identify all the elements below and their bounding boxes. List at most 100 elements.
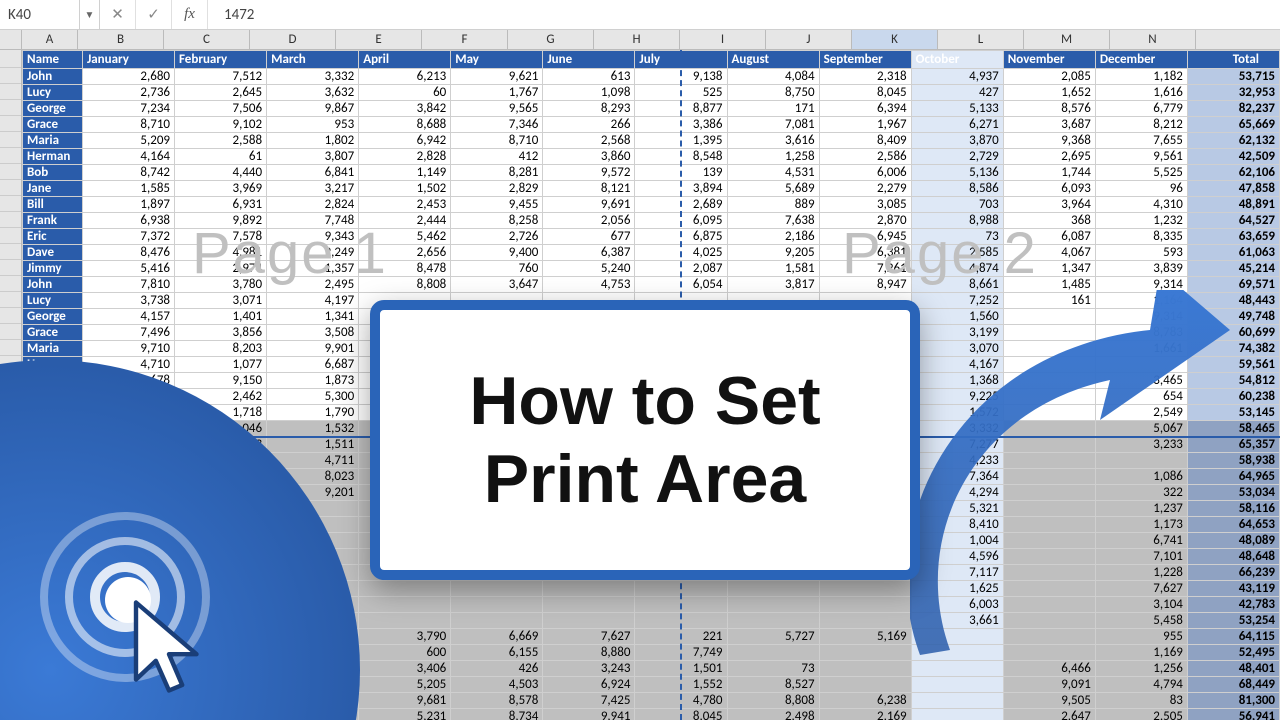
value-cell[interactable]: 8,576: [1003, 101, 1095, 117]
row-header[interactable]: [0, 292, 21, 308]
value-cell[interactable]: [1003, 421, 1095, 437]
value-cell[interactable]: 9,225: [911, 389, 1003, 405]
value-cell[interactable]: [1095, 357, 1187, 373]
value-cell[interactable]: 7,627: [543, 629, 635, 645]
value-cell[interactable]: [911, 693, 1003, 709]
value-cell[interactable]: 9,091: [1003, 677, 1095, 693]
value-cell[interactable]: 1,485: [1003, 277, 1095, 293]
value-cell[interactable]: 5,231: [359, 709, 451, 720]
value-cell[interactable]: 2,568: [543, 133, 635, 149]
row-header[interactable]: [0, 116, 21, 132]
value-cell[interactable]: 9,138: [635, 69, 727, 85]
table-row[interactable]: Maria5,2092,5881,8026,9428,7102,5681,395…: [23, 133, 1280, 149]
total-cell[interactable]: 53,034: [1187, 485, 1279, 501]
column-header-L[interactable]: L: [938, 30, 1024, 49]
name-cell[interactable]: Bill: [23, 197, 83, 213]
value-cell[interactable]: 5,240: [543, 261, 635, 277]
total-cell[interactable]: 61,063: [1187, 245, 1279, 261]
total-cell[interactable]: 66,239: [1187, 565, 1279, 581]
value-cell[interactable]: 8,527: [727, 677, 819, 693]
value-cell[interactable]: 4,937: [911, 69, 1003, 85]
value-cell[interactable]: 1,661: [1095, 341, 1187, 357]
value-cell[interactable]: [727, 581, 819, 597]
name-cell[interactable]: John: [23, 277, 83, 293]
row-header[interactable]: [0, 244, 21, 260]
value-cell[interactable]: [1003, 565, 1095, 581]
value-cell[interactable]: 9,892: [175, 213, 267, 229]
value-cell[interactable]: 955: [1095, 629, 1187, 645]
column-header-N[interactable]: N: [1110, 30, 1196, 49]
value-cell[interactable]: 3,085: [819, 197, 911, 213]
value-cell[interactable]: [1003, 389, 1095, 405]
value-cell[interactable]: 9,565: [451, 101, 543, 117]
row-header[interactable]: [0, 308, 21, 324]
value-cell[interactable]: 1,560: [911, 309, 1003, 325]
value-cell[interactable]: 2,695: [1003, 149, 1095, 165]
value-cell[interactable]: [819, 645, 911, 661]
table-row[interactable]: Bill1,8976,9312,8242,4539,4559,6912,6898…: [23, 197, 1280, 213]
value-cell[interactable]: 1,368: [911, 373, 1003, 389]
value-cell[interactable]: 5,689: [727, 181, 819, 197]
value-cell[interactable]: 8,293: [543, 101, 635, 117]
name-cell[interactable]: Maria: [23, 133, 83, 149]
value-cell[interactable]: 9,102: [175, 117, 267, 133]
value-cell[interactable]: 9,314: [1095, 309, 1187, 325]
value-cell[interactable]: 1,897: [82, 197, 174, 213]
value-cell[interactable]: 1,652: [1003, 85, 1095, 101]
total-cell[interactable]: 48,443: [1187, 293, 1279, 309]
value-cell[interactable]: 4,531: [727, 165, 819, 181]
value-cell[interactable]: 1,098: [543, 85, 635, 101]
value-cell[interactable]: 3,616: [727, 133, 819, 149]
value-cell[interactable]: [819, 613, 911, 629]
value-cell[interactable]: [1003, 517, 1095, 533]
table-row[interactable]: Frank6,9389,8927,7482,4448,2582,0566,095…: [23, 213, 1280, 229]
total-cell[interactable]: 60,699: [1187, 325, 1279, 341]
select-all-corner[interactable]: [0, 30, 22, 49]
value-cell[interactable]: 3,243: [543, 661, 635, 677]
value-cell[interactable]: 6,841: [267, 165, 359, 181]
value-cell[interactable]: 4,596: [911, 549, 1003, 565]
row-header[interactable]: [0, 100, 21, 116]
value-cell[interactable]: 1,077: [175, 357, 267, 373]
table-row[interactable]: George7,2347,5069,8673,8429,5658,2938,87…: [23, 101, 1280, 117]
value-cell[interactable]: 6,271: [911, 117, 1003, 133]
value-cell[interactable]: 2,186: [727, 229, 819, 245]
total-cell[interactable]: 64,115: [1187, 629, 1279, 645]
value-cell[interactable]: 8,045: [635, 709, 727, 720]
value-cell[interactable]: 9,205: [727, 245, 819, 261]
value-cell[interactable]: [911, 645, 1003, 661]
value-cell[interactable]: 8,880: [543, 645, 635, 661]
value-cell[interactable]: 8,988: [911, 213, 1003, 229]
value-cell[interactable]: 1,616: [1095, 85, 1187, 101]
column-header-B[interactable]: B: [78, 30, 164, 49]
value-cell[interactable]: 9,572: [543, 165, 635, 181]
value-cell[interactable]: 266: [543, 117, 635, 133]
value-cell[interactable]: 613: [543, 69, 635, 85]
column-header-G[interactable]: G: [508, 30, 594, 49]
value-cell[interactable]: 83: [1095, 693, 1187, 709]
value-cell[interactable]: 4,440: [175, 165, 267, 181]
value-cell[interactable]: 3,386: [635, 117, 727, 133]
column-header-A[interactable]: A: [22, 30, 78, 49]
value-cell[interactable]: 8,335: [1095, 229, 1187, 245]
value-cell[interactable]: 7,252: [911, 293, 1003, 309]
value-cell[interactable]: 4,753: [543, 277, 635, 293]
value-cell[interactable]: 8,783: [1095, 325, 1187, 341]
value-cell[interactable]: 7,512: [175, 69, 267, 85]
value-cell[interactable]: 5,321: [911, 501, 1003, 517]
value-cell[interactable]: 8,203: [175, 341, 267, 357]
value-cell[interactable]: 1,790: [267, 405, 359, 421]
value-cell[interactable]: 8,281: [451, 165, 543, 181]
value-cell[interactable]: 7,261: [819, 261, 911, 277]
total-cell[interactable]: 81,300: [1187, 693, 1279, 709]
confirm-icon[interactable]: ✓: [136, 0, 172, 29]
value-cell[interactable]: 6,687: [267, 357, 359, 373]
value-cell[interactable]: 6,238: [819, 693, 911, 709]
value-cell[interactable]: 5,205: [359, 677, 451, 693]
value-cell[interactable]: 9,901: [267, 341, 359, 357]
value-cell[interactable]: 2,087: [635, 261, 727, 277]
value-cell[interactable]: 1,802: [267, 133, 359, 149]
value-cell[interactable]: 8,121: [543, 181, 635, 197]
value-cell[interactable]: 3,842: [359, 101, 451, 117]
value-cell[interactable]: [543, 581, 635, 597]
